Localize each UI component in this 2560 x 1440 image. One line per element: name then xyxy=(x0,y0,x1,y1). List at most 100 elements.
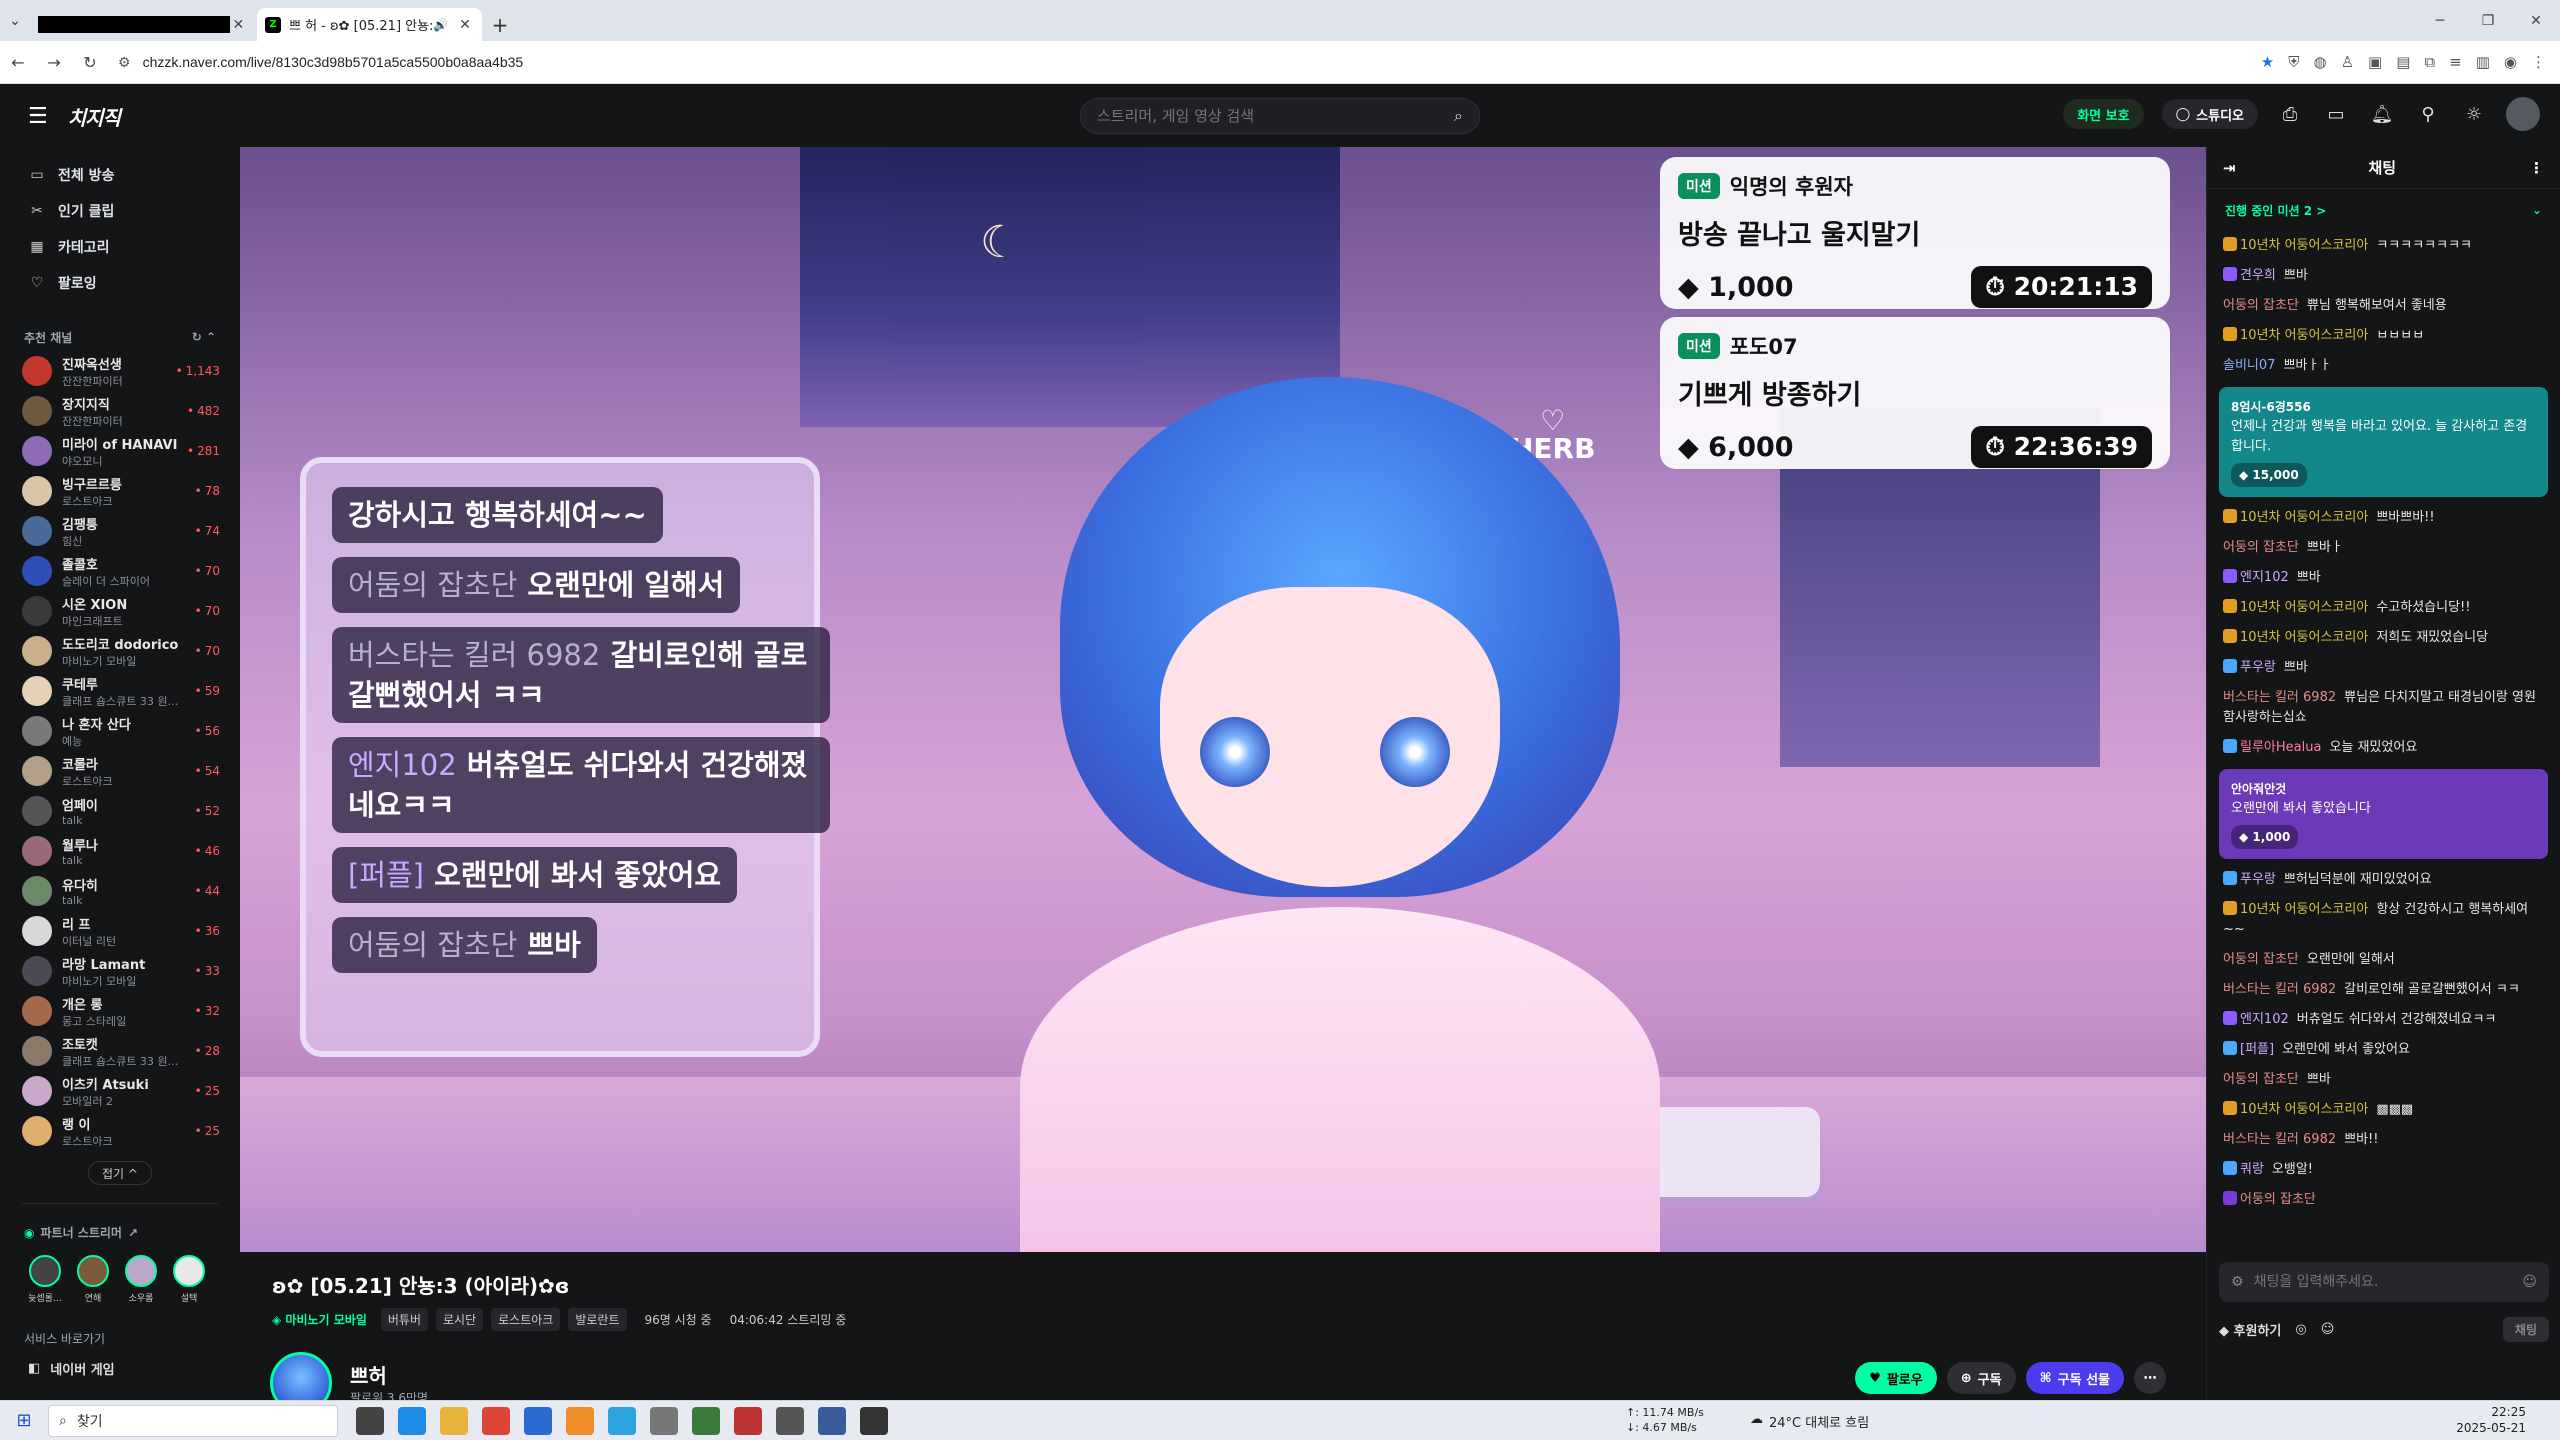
app-dark-icon[interactable] xyxy=(860,1406,888,1435)
media-control-icon[interactable]: ≡ xyxy=(2449,53,2462,71)
chat-nick[interactable]: 버스타는 킬러 6982 xyxy=(2223,1132,2336,1147)
extension-globe-icon[interactable]: ◍ xyxy=(2314,53,2327,71)
channel-item[interactable]: 빙구르르릉로스트아크 78 xyxy=(0,471,240,511)
chat-nick[interactable]: 10년차 어둥어스코리아 xyxy=(2240,902,2368,917)
speaker-icon[interactable]: 🔊 xyxy=(433,18,448,32)
browser-tab-2[interactable]: Z 쁘 허 - ʚ✿ [05.21] 안뇽:3 🔊 ✕ xyxy=(257,8,482,41)
back-icon[interactable]: ← xyxy=(0,53,36,72)
partner-item[interactable]: 설텍 xyxy=(172,1255,206,1304)
chat-nick[interactable]: 버스타는 킬러 6982 xyxy=(2223,690,2336,705)
channel-item[interactable]: 코롤라로스트아크 54 xyxy=(0,751,240,791)
chat-nick[interactable]: 엔지102 xyxy=(2240,570,2289,585)
theme-sun-icon[interactable]: ☼ xyxy=(2460,100,2488,128)
chat-nick[interactable]: 쿼랑 xyxy=(2240,1162,2264,1177)
collapse-chevron-icon[interactable]: ⌃ xyxy=(206,330,216,344)
refresh-icon[interactable]: ↻ xyxy=(192,330,202,344)
profile-icon[interactable]: ◉ xyxy=(2504,53,2517,71)
file-explorer-icon[interactable] xyxy=(440,1406,468,1435)
expand-chevron-icon[interactable]: ⌄ xyxy=(2532,203,2542,217)
studio-button[interactable]: ◯ 스튜디오 xyxy=(2161,99,2258,129)
system-clock[interactable]: 22:25 2025-05-21 xyxy=(2456,1404,2526,1436)
channel-item[interactable]: 김팽틍힘신 74 xyxy=(0,511,240,551)
app-arrow-icon[interactable] xyxy=(524,1406,552,1435)
forward-icon[interactable]: → xyxy=(36,53,72,72)
channel-item[interactable]: 월루나talk 46 xyxy=(0,831,240,871)
extension-person-icon[interactable]: ♙ xyxy=(2341,53,2354,71)
hamburger-menu-icon[interactable]: ☰ xyxy=(28,104,48,129)
subscribe-button[interactable]: ⊕ 구독 xyxy=(1946,1362,2016,1394)
chat-nick[interactable]: [퍼플] xyxy=(2240,1042,2274,1057)
more-options-button[interactable]: ⋯ xyxy=(2134,1362,2166,1394)
chat-nick[interactable]: 견우희 xyxy=(2240,268,2276,283)
new-tab-button[interactable]: + xyxy=(484,8,516,41)
chat-nick[interactable]: 10년차 어둥어스코리아 xyxy=(2240,510,2368,525)
channel-item[interactable]: 나 혼자 산다예능 56 xyxy=(0,711,240,751)
url-field[interactable]: ⚙ chzzk.naver.com/live/8130c3d98b5701a5c… xyxy=(118,46,2261,78)
channel-item[interactable]: 리 프이터널 리턴 36 xyxy=(0,911,240,951)
chat-nick[interactable]: 어둥의 잡초단 xyxy=(2223,540,2299,555)
app-circle-icon[interactable] xyxy=(776,1406,804,1435)
channel-item[interactable]: 쿠테루클래프 숍스큐트 33 원… 59 xyxy=(0,671,240,711)
channel-item[interactable]: 유다히talk 44 xyxy=(0,871,240,911)
channel-item[interactable]: 진짜옥선생잔잔한파이터 1,143 xyxy=(0,351,240,391)
reaction-icon[interactable]: ☺ xyxy=(2321,1322,2335,1337)
app-person-icon[interactable] xyxy=(692,1406,720,1435)
chat-nick[interactable]: 푸우랑 xyxy=(2240,660,2276,675)
donate-button[interactable]: ◆ 후원하기 xyxy=(2219,1320,2281,1339)
ticket-icon[interactable]: ▭ xyxy=(2322,100,2350,128)
chat-nick[interactable]: 10년차 어둥어스코리아 xyxy=(2240,328,2368,343)
chat-nick[interactable]: 어둥의 잡초단 xyxy=(2223,298,2299,313)
channel-item[interactable]: 시온 XION마인크래프트 70 xyxy=(0,591,240,631)
browser-tab-1[interactable]: ✕ xyxy=(30,8,255,41)
gift-subscription-button[interactable]: ⌘ 구독 선물 xyxy=(2025,1362,2124,1394)
streamer-name[interactable]: 쁘허 xyxy=(350,1360,428,1389)
follow-button[interactable]: ♥ 팔로우 xyxy=(1855,1362,1937,1394)
user-avatar[interactable] xyxy=(2506,97,2540,131)
windows-start-icon[interactable]: ⊞ xyxy=(0,1410,48,1431)
channel-item[interactable]: 졸콜호슬레이 더 스파이어 70 xyxy=(0,551,240,591)
chat-nick[interactable]: 10년차 어둥어스코리아 xyxy=(2240,1102,2368,1117)
chat-nick[interactable]: 10년차 어둥어스코리아 xyxy=(2240,600,2368,615)
chat-nick[interactable]: 버스타는 킬러 6982 xyxy=(2223,982,2336,997)
stream-tag[interactable]: 버튜버 xyxy=(380,1308,429,1331)
chzzk-logo[interactable]: 치지직 xyxy=(68,102,121,131)
channel-item[interactable]: 엄페이talk 52 xyxy=(0,791,240,831)
channel-item[interactable]: 이츠키 Atsuki모바일러 2 25 xyxy=(0,1071,240,1111)
extension-box-icon[interactable]: ▣ xyxy=(2368,53,2382,71)
naver-game-link[interactable]: ◧ 네이버 게임 xyxy=(0,1359,240,1378)
video-player[interactable]: ☾ ♡ HERB 강하시고 행복하세여~~ 어둠의 잡초단 오랜만에 일해서 버스타는… xyxy=(240,147,2206,1252)
screen-protect-button[interactable]: 화면 보호 xyxy=(2063,99,2144,129)
extension-window-icon[interactable]: ▤ xyxy=(2396,53,2410,71)
search-input[interactable] xyxy=(1097,107,1455,125)
channel-item[interactable]: 라망 Lamant마비노기 모바일 33 xyxy=(0,951,240,991)
telegram-icon[interactable] xyxy=(608,1406,636,1435)
channel-item[interactable]: 조토캣클래프 숍스큐트 33 원… 28 xyxy=(0,1031,240,1071)
app-window-icon[interactable] xyxy=(650,1406,678,1435)
task-view-icon[interactable] xyxy=(356,1406,384,1435)
external-link-icon[interactable]: ↗ xyxy=(128,1226,138,1240)
split-view-icon[interactable]: ▥ xyxy=(2476,53,2490,71)
donation-nick[interactable]: 8엄시-6경556 xyxy=(2231,397,2536,417)
close-window-icon[interactable]: ✕ xyxy=(2512,0,2560,41)
tab-close-icon[interactable]: ✕ xyxy=(456,17,474,33)
extensions-puzzle-icon[interactable]: ⧉ xyxy=(2424,53,2435,71)
app-red-icon[interactable] xyxy=(734,1406,762,1435)
minimize-icon[interactable]: ─ xyxy=(2416,0,2464,41)
taskbar-search[interactable]: ⌕ 찾기 xyxy=(48,1404,338,1437)
mission-progress-bar[interactable]: 진행 중인 미션 2 > ⌄ xyxy=(2217,197,2550,223)
emoji-settings-icon[interactable]: ⚙ xyxy=(2231,1274,2244,1290)
mission-icon[interactable]: ◎ xyxy=(2295,1322,2306,1337)
app-blue-icon[interactable] xyxy=(818,1406,846,1435)
search-icon[interactable]: ⌕ xyxy=(1454,106,1463,126)
sidebar-menu-item[interactable]: ▭ 전체 방송 xyxy=(0,157,240,193)
search-key-icon[interactable]: ⚲ xyxy=(2414,100,2442,128)
sidebar-menu-item[interactable]: ♡ 팔로잉 xyxy=(0,265,240,301)
chat-nick[interactable]: 어둥의 잡초단 xyxy=(2240,1192,2316,1207)
gift-box-icon[interactable]: ⎙ xyxy=(2276,100,2304,128)
channel-item[interactable]: 미라이 of HANAVI야오모니 281 xyxy=(0,431,240,471)
weather-widget[interactable]: ☁ 24°C 대체로 흐림 xyxy=(1750,1412,1869,1431)
chat-nick[interactable]: 어둥의 잡초단 xyxy=(2223,952,2299,967)
partner-item[interactable]: 연해 xyxy=(76,1255,110,1304)
chat-nick[interactable]: 어둥의 잡초단 xyxy=(2223,1072,2299,1087)
channel-item[interactable]: 개은 롱몽고 스타레일 32 xyxy=(0,991,240,1031)
